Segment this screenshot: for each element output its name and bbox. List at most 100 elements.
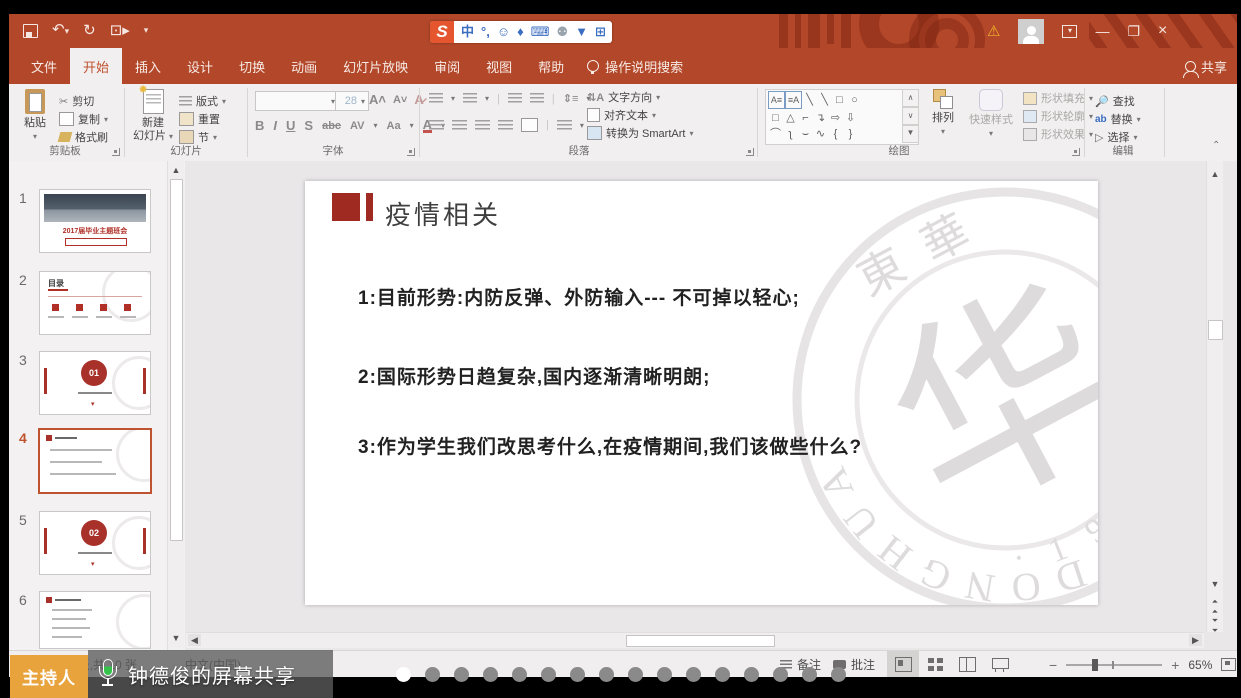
drawing-dialog-launcher[interactable] — [1072, 148, 1080, 156]
shape-outline-button[interactable]: 形状轮廓▾ — [1023, 108, 1093, 124]
share-button[interactable]: 共享 — [1185, 48, 1227, 84]
shape-down-arrow-icon[interactable]: ⇩ — [843, 110, 858, 126]
columns-button[interactable] — [557, 120, 572, 131]
participant-dot[interactable] — [599, 667, 614, 682]
tell-me-search[interactable]: 操作说明搜索 — [577, 48, 693, 84]
tab-transitions[interactable]: 切换 — [226, 48, 278, 84]
shadow-button[interactable]: S — [304, 118, 313, 133]
microphone-icon[interactable] — [98, 659, 118, 689]
copy-button[interactable]: 复制▾ — [59, 111, 108, 127]
save-icon[interactable] — [23, 24, 38, 38]
canvas-scrollbar-thumb[interactable] — [1208, 320, 1223, 340]
change-case-button[interactable]: Aa — [387, 120, 401, 132]
tab-home[interactable]: 开始 — [70, 48, 122, 84]
shape-wave-icon[interactable]: ∿ — [813, 126, 828, 142]
start-slideshow-icon[interactable]: ⊡▸ — [110, 20, 130, 42]
participant-dot[interactable] — [773, 667, 788, 682]
participant-dot[interactable] — [483, 667, 498, 682]
shape-left-brace-icon[interactable]: { — [828, 126, 843, 142]
slide-title[interactable]: 疫情相关 — [385, 195, 501, 232]
ime-punctuation-icon[interactable]: °, — [481, 21, 490, 43]
decrease-indent-button[interactable] — [508, 93, 522, 104]
slide-thumbnail-5[interactable]: 02 ▾ — [40, 512, 150, 574]
customize-qat-icon[interactable]: ▾ — [144, 25, 149, 36]
ribbon-display-options-icon[interactable]: ▾ — [1062, 25, 1077, 38]
shape-effects-button[interactable]: 形状效果▾ — [1023, 126, 1093, 142]
slide-point-3[interactable]: 3:作为学生我们改思考什么,在疫情期间,我们该做些什么? — [358, 432, 862, 459]
ime-grid-icon[interactable]: ⊞ — [595, 21, 606, 43]
numbering-button[interactable] — [463, 93, 477, 104]
thumb-scroll-up-icon[interactable]: ▲ — [168, 165, 184, 175]
participant-dot[interactable] — [686, 667, 701, 682]
tab-review[interactable]: 审阅 — [421, 48, 473, 84]
ime-keyboard-icon[interactable]: ⌨ — [531, 21, 550, 43]
shape-arrow-line-icon[interactable]: ╲ — [817, 92, 832, 108]
hscroll-right-icon[interactable]: ▶ — [1189, 634, 1202, 646]
tab-help[interactable]: 帮助 — [525, 48, 577, 84]
participant-dot[interactable] — [425, 667, 440, 682]
ime-emoji-icon[interactable]: ☺ — [497, 21, 510, 43]
align-text-button[interactable]: 对齐文本▾ — [587, 107, 656, 123]
hscroll-thumb[interactable] — [626, 635, 775, 647]
convert-smartart-button[interactable]: 转换为 SmartArt▾ — [587, 125, 693, 141]
shape-scribble-icon[interactable]: ʅ — [783, 126, 798, 142]
tab-insert[interactable]: 插入 — [122, 48, 174, 84]
bold-button[interactable]: B — [255, 118, 264, 133]
participant-dot[interactable] — [715, 667, 730, 682]
ime-mode-chinese[interactable]: 中 — [461, 21, 474, 43]
align-left-button[interactable] — [429, 120, 444, 131]
zoom-in-button[interactable]: + — [1171, 657, 1179, 673]
shape-elbow-icon[interactable]: ⌐ — [798, 110, 813, 126]
slide-point-1[interactable]: 1:目前形势:内防反弹、外防输入--- 不可掉以轻心; — [358, 283, 800, 310]
participant-dot[interactable] — [570, 667, 585, 682]
zoom-level[interactable]: 65% — [1188, 658, 1212, 672]
account-avatar[interactable] — [1018, 19, 1044, 44]
ime-skin-icon[interactable]: ▼ — [575, 21, 588, 43]
slide-point-2[interactable]: 2:国际形势日趋复杂,国内逐渐清晰明朗; — [358, 362, 711, 389]
shapes-scroll-up[interactable]: ∧ — [902, 89, 919, 107]
font-size-combo[interactable]: 28▾ — [335, 91, 369, 111]
participant-dot[interactable] — [628, 667, 643, 682]
tab-view[interactable]: 视图 — [473, 48, 525, 84]
text-direction-button[interactable]: ⇅A文字方向▾ — [587, 89, 660, 105]
shape-fill-button[interactable]: 形状填充▾ — [1023, 90, 1093, 106]
shape-arc-icon[interactable]: ⌒ — [768, 126, 783, 142]
shape-triangle-icon[interactable]: △ — [783, 110, 798, 126]
canvas-vertical-scrollbar[interactable]: ▲ ▼ ⏶⏶ ⏷⏷ — [1206, 161, 1223, 632]
ime-mic-icon[interactable]: ♦ — [517, 21, 524, 43]
slide-thumbnail-6[interactable] — [40, 592, 150, 648]
reading-view-button[interactable] — [951, 651, 983, 677]
replace-button[interactable]: ab替换▾ — [1095, 111, 1141, 127]
paste-button[interactable]: 粘贴▾ — [13, 87, 57, 143]
underline-button[interactable]: U — [286, 118, 295, 133]
strikethrough-button[interactable]: abc — [322, 120, 341, 132]
tab-slideshow[interactable]: 幻灯片放映 — [330, 48, 421, 84]
next-slide-button[interactable]: ⏷⏷ — [1207, 616, 1223, 636]
font-dialog-launcher[interactable] — [407, 148, 415, 156]
canvas-horizontal-scrollbar[interactable]: ◀ ▶ — [186, 632, 1204, 648]
slide-thumbnail-4-selected[interactable] — [40, 430, 150, 492]
thumb-scroll-down-icon[interactable]: ▼ — [168, 633, 184, 643]
thumbnail-scrollbar-thumb[interactable] — [170, 179, 183, 541]
undo-icon[interactable]: ↶▾ — [52, 19, 69, 42]
normal-view-button[interactable] — [887, 651, 919, 677]
shape-textbox-icon[interactable]: A≡ — [768, 91, 785, 109]
canvas-scroll-down-icon[interactable]: ▼ — [1207, 579, 1223, 589]
shape-rect2-icon[interactable]: □ — [768, 110, 783, 126]
quick-styles-button[interactable]: 快速样式▾ — [965, 87, 1017, 140]
slide-sorter-view-button[interactable] — [919, 651, 951, 677]
ime-person-icon[interactable]: ⚉ — [557, 21, 569, 43]
sogou-logo-icon[interactable]: S — [430, 21, 454, 43]
current-slide[interactable]: DONGHUA · 1 9 東華 华 疫情相关 1:目前形势:内防反弹、外防输入… — [305, 181, 1098, 605]
slide-thumbnail-3[interactable]: 01 ▾ — [40, 352, 150, 414]
participant-dot[interactable] — [657, 667, 672, 682]
participant-dot[interactable] — [454, 667, 469, 682]
slideshow-view-button[interactable] — [983, 651, 1015, 677]
participant-dot[interactable] — [541, 667, 556, 682]
grow-font-button[interactable]: A˄ — [369, 92, 386, 107]
shape-elbow-arrow-icon[interactable]: ↴ — [813, 110, 828, 126]
close-button[interactable]: × — [1158, 22, 1167, 40]
hscroll-left-icon[interactable]: ◀ — [188, 634, 201, 646]
zoom-out-button[interactable]: − — [1049, 657, 1057, 673]
shape-rect-icon[interactable]: □ — [832, 92, 847, 108]
